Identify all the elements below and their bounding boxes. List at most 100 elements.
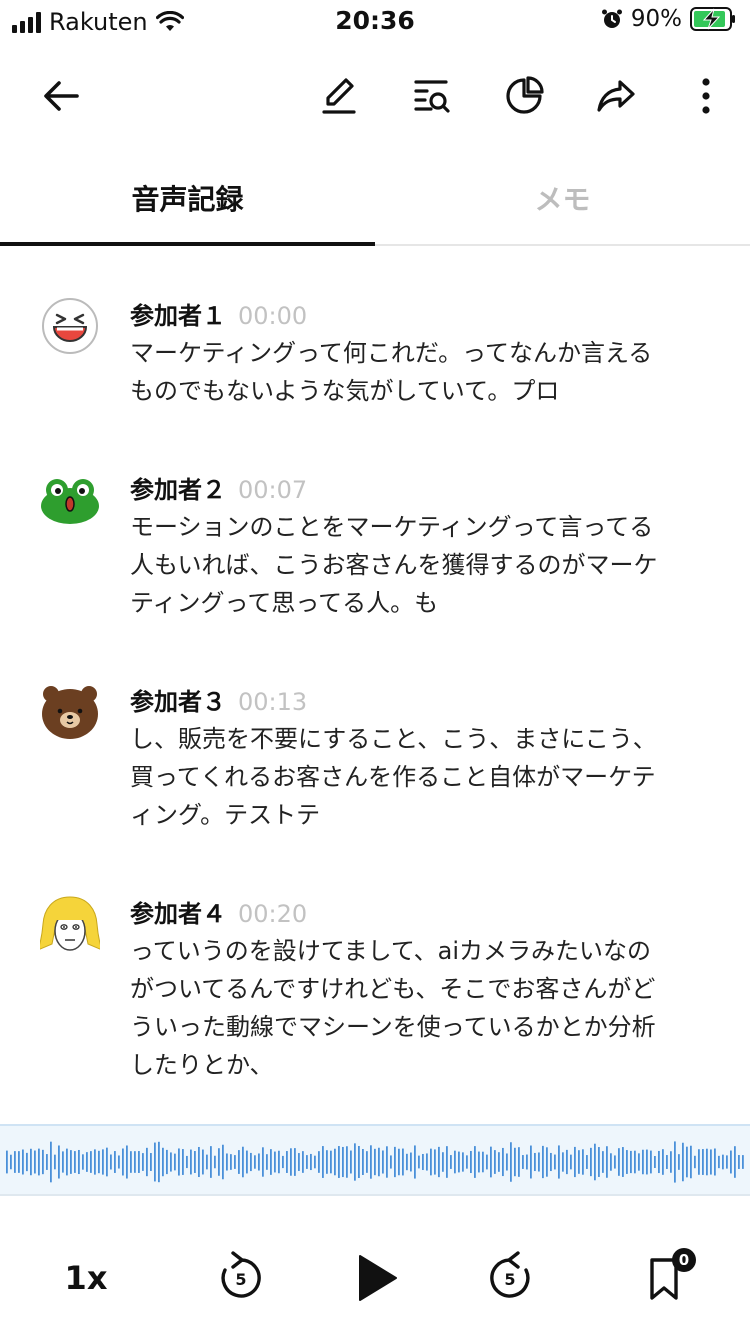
share-button[interactable] [588,68,644,124]
waveform-bar [82,1154,84,1170]
waveform-bar [194,1151,196,1173]
waveform-bar [338,1146,340,1178]
waveform-bar [490,1146,492,1178]
waveform-bar [170,1152,172,1172]
summary-chart-button[interactable] [496,68,552,124]
waveform-bar [426,1153,428,1171]
waveform-bar [274,1151,276,1173]
play-button[interactable] [336,1238,416,1318]
rewind-button[interactable]: 5 [201,1238,281,1318]
waveform-bar [182,1149,184,1175]
waveform-bar [726,1155,728,1169]
waveform-bar [14,1151,16,1173]
waveform-bar [518,1147,520,1177]
forward-button[interactable]: 5 [470,1238,550,1318]
tab-audio-record[interactable]: 音声記録 [0,150,375,246]
bookmark-count-badge: 0 [672,1248,696,1272]
text-line: っていうのを設けてまして、aiカメラみたいなの [130,937,652,965]
top-nav [0,50,750,140]
waveform-bar [330,1150,332,1174]
waveform-bar [630,1150,632,1174]
waveform-bar [498,1152,500,1172]
waveform-bar [558,1145,560,1179]
edit-pencil-icon [322,78,356,114]
back-arrow-icon [44,81,79,111]
waveform-bar [538,1152,540,1172]
waveform-bar [482,1151,484,1173]
playback-speed-button[interactable]: 1x [46,1238,126,1318]
audio-waveform[interactable] [0,1124,750,1196]
waveform-bar [550,1152,552,1172]
speaker-name: 参加者１ [130,302,226,330]
waveform-bar [290,1148,292,1176]
waveform-bar [394,1146,396,1178]
waveform-bar [50,1141,52,1183]
tab-memo[interactable]: メモ [375,150,750,246]
waveform-bar [78,1149,80,1175]
waveform-bar [46,1154,48,1170]
waveform-bar [494,1150,496,1174]
transcript-text: モーションのことをマーケティングって言ってる 人もいれば、こうお客さんを獲得する… [130,508,720,622]
waveform-bar [346,1146,348,1178]
waveform-bar [602,1151,604,1173]
waveform-bar [742,1155,744,1169]
waveform-bar [486,1154,488,1170]
text-line: ものでもないような気がしていて。プロ [130,377,560,405]
waveform-bar [478,1151,480,1173]
search-transcript-button[interactable] [404,68,460,124]
waveform-bar [150,1153,152,1171]
waveform-bar [146,1147,148,1177]
text-line: したりとか、 [130,1051,274,1079]
waveform-bar [410,1152,412,1172]
waveform-bar [598,1147,600,1177]
waveform-bar [734,1146,736,1178]
waveform-bar [126,1145,128,1179]
waveform-bar [638,1153,640,1171]
waveform-bar [374,1148,376,1176]
waveform-bar [30,1148,32,1176]
text-line: 人もいれば、こうお客さんを獲得するのがマーケ [130,551,658,579]
waveform-bar [642,1149,644,1175]
waveform-bar [54,1154,56,1170]
tab-bar: 音声記録 メモ [0,150,750,246]
waveform-bar [650,1150,652,1174]
timestamp[interactable]: 00:07 [238,476,307,504]
speaker-name: 参加者３ [130,688,226,716]
waveform-bar [678,1154,680,1170]
waveform-bar [314,1155,316,1169]
waveform-bar [370,1145,372,1179]
timestamp[interactable]: 00:13 [238,688,307,716]
waveform-bar [418,1155,420,1169]
waveform-bar [402,1148,404,1176]
waveform-bar [178,1148,180,1176]
waveform-bar [226,1153,228,1171]
waveform-bar [186,1155,188,1169]
waveform-bar [462,1152,464,1172]
waveform-bar [114,1151,116,1173]
waveform-bar [574,1146,576,1178]
waveform-bar [190,1149,192,1175]
waveform-bar [622,1147,624,1177]
timestamp[interactable]: 00:20 [238,900,307,928]
waveform-bar [238,1150,240,1174]
waveform-bar [350,1150,352,1174]
waveform-bar [502,1147,504,1177]
waveform-bar [286,1151,288,1173]
timestamp[interactable]: 00:00 [238,302,307,330]
more-button[interactable] [678,68,734,124]
waveform-bar [198,1146,200,1178]
waveform-bar [414,1145,416,1179]
waveform-bar [94,1149,96,1175]
waveform-bar [438,1146,440,1178]
text-line: 買ってくれるお客さんを作ること自体がマーケテ [130,763,656,791]
bookmark-button[interactable]: 0 [624,1238,704,1318]
back-button[interactable] [33,68,89,124]
waveform-bar [74,1151,76,1173]
waveform-bar [674,1141,676,1183]
transcript-text: マーケティングって何これだ。ってなんか言える ものでもないような気がしていて。プ… [130,334,720,410]
waveform-bar [526,1154,528,1170]
waveform-bar [66,1148,68,1176]
speaker-name: 参加者４ [130,900,226,928]
waveform-bar [690,1145,692,1179]
edit-button[interactable] [311,68,367,124]
